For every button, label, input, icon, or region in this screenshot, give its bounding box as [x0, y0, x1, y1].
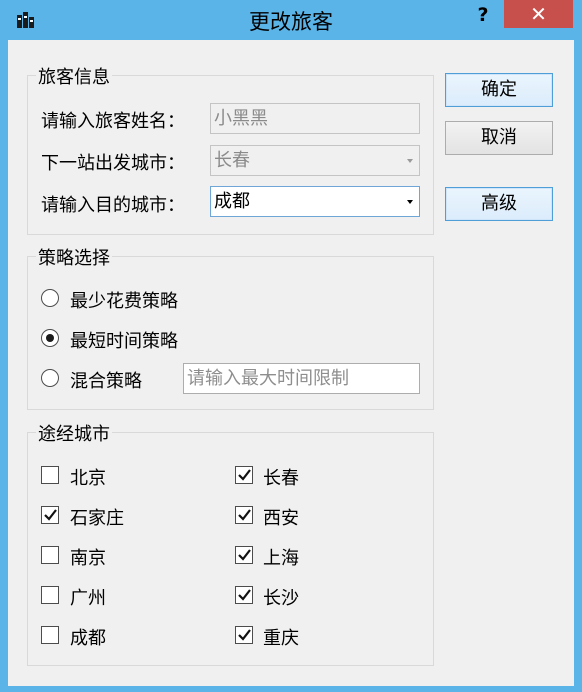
via-cities-title: 途经城市 — [36, 420, 112, 446]
cancel-button[interactable]: 取消 — [445, 121, 553, 155]
checkbox-chongqing[interactable] — [235, 626, 253, 644]
dialog-window: 更改旅客 ? ✕ 旅客信息 请输入旅客姓名： 小黑黑 下一站出发城市： 长春 请… — [0, 0, 582, 692]
checkbox-chengdu-label[interactable]: 成都 — [70, 624, 106, 650]
check-icon — [44, 509, 57, 521]
name-field[interactable]: 小黑黑 — [210, 103, 420, 134]
checkbox-changsha[interactable] — [235, 586, 253, 604]
departure-select[interactable]: 长春 — [210, 145, 420, 176]
checkbox-beijing-label[interactable]: 北京 — [70, 464, 106, 490]
checkbox-chengdu[interactable] — [41, 626, 59, 644]
radio-mixed-label[interactable]: 混合策略 — [70, 367, 142, 393]
chevron-down-icon — [407, 200, 413, 204]
radio-min-cost-label[interactable]: 最少花费策略 — [70, 287, 178, 313]
destination-label: 请输入目的城市： — [41, 195, 185, 216]
help-button[interactable]: ? — [469, 2, 497, 28]
checkbox-chongqing-label[interactable]: 重庆 — [263, 624, 299, 650]
checkbox-shanghai-label[interactable]: 上海 — [263, 544, 299, 570]
checkbox-shijiazhuang[interactable] — [41, 506, 59, 524]
checkbox-guangzhou[interactable] — [41, 586, 59, 604]
destination-value: 成都 — [214, 191, 250, 212]
traveler-info-title: 旅客信息 — [36, 63, 112, 89]
check-icon — [238, 629, 251, 641]
chevron-down-icon — [407, 159, 413, 163]
checkbox-changchun[interactable] — [235, 466, 253, 484]
ok-button[interactable]: 确定 — [445, 73, 553, 107]
name-label: 请输入旅客姓名： — [41, 111, 185, 132]
radio-min-time-label[interactable]: 最短时间策略 — [70, 327, 178, 353]
checkbox-changchun-label[interactable]: 长春 — [263, 464, 299, 490]
checkbox-shanghai[interactable] — [235, 546, 253, 564]
radio-min-time[interactable] — [41, 329, 59, 347]
radio-selected-dot — [46, 334, 54, 342]
check-icon — [238, 509, 251, 521]
check-icon — [238, 589, 251, 601]
checkbox-xian-label[interactable]: 西安 — [263, 504, 299, 530]
checkbox-changsha-label[interactable]: 长沙 — [263, 584, 299, 610]
advanced-button[interactable]: 高级 — [445, 187, 553, 221]
time-limit-input[interactable]: 请输入最大时间限制 — [183, 363, 420, 394]
checkbox-beijing[interactable] — [41, 466, 59, 484]
title-bar: 更改旅客 ? ✕ — [0, 0, 582, 40]
checkbox-xian[interactable] — [235, 506, 253, 524]
check-icon — [238, 469, 251, 481]
dialog-content: 旅客信息 请输入旅客姓名： 小黑黑 下一站出发城市： 长春 请输入目的城市： 成… — [8, 40, 574, 686]
checkbox-shijiazhuang-label[interactable]: 石家庄 — [70, 504, 124, 530]
destination-select[interactable]: 成都 — [210, 186, 420, 217]
checkbox-guangzhou-label[interactable]: 广州 — [70, 584, 106, 610]
close-button[interactable]: ✕ — [504, 0, 573, 28]
radio-min-cost[interactable] — [41, 289, 59, 307]
check-icon — [238, 549, 251, 561]
strategy-title: 策略选择 — [36, 244, 112, 270]
checkbox-nanjing-label[interactable]: 南京 — [70, 544, 106, 570]
radio-mixed[interactable] — [41, 369, 59, 387]
departure-label: 下一站出发城市： — [41, 153, 185, 174]
departure-value: 长春 — [214, 150, 250, 171]
checkbox-nanjing[interactable] — [41, 546, 59, 564]
